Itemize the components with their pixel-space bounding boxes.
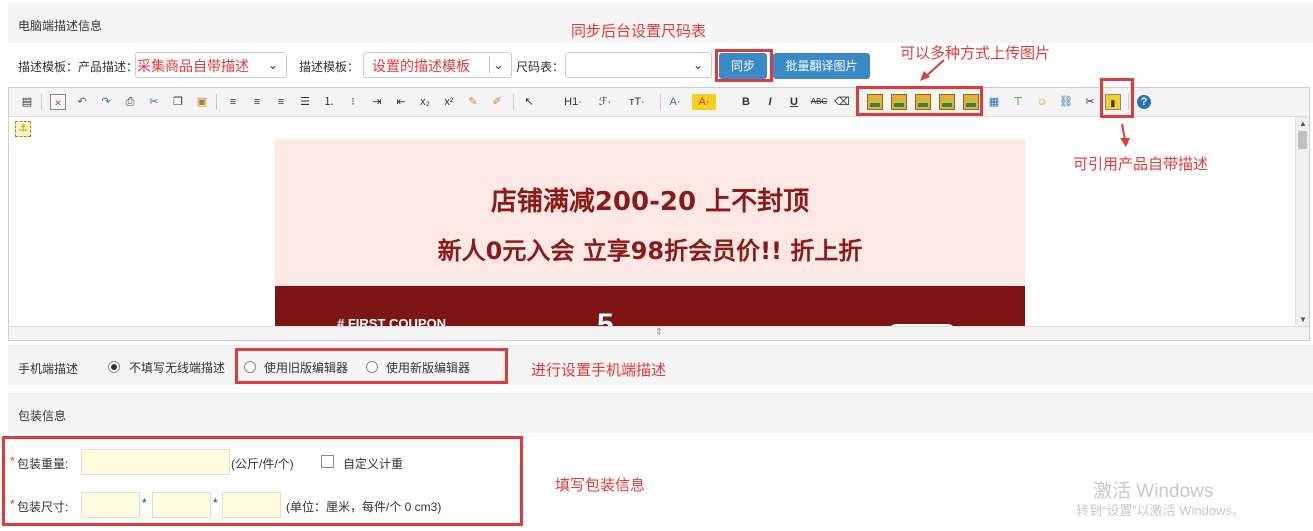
arrow-icon [1120,123,1130,147]
anchor-icon: ⚓ [15,121,31,137]
align-justify-icon[interactable]: ☰ [297,94,313,110]
horizontal-rule-icon[interactable]: ⊤ [1010,94,1026,110]
annotation-cite-desc: 可引用产品自带描述 [1073,156,1209,173]
toolbar-separator [513,94,514,110]
annotation-box-sync [715,49,773,82]
toolbar-separator [41,94,42,110]
annotation-box-upload [856,86,983,116]
template-value: 设置的描述模板 [372,58,470,74]
font-family-dropdown[interactable]: ℱ· [594,94,616,110]
chevron-down-icon: ⌄ [489,56,507,74]
redo-icon[interactable]: ↷ [98,94,114,110]
pc-desc-title: 电脑端描述信息 [18,19,103,33]
undo-icon[interactable]: ↶ [74,94,90,110]
annotation-box-package [2,436,523,526]
align-center-icon[interactable]: ≡ [249,94,265,110]
editor-content[interactable]: ⚓ 店铺满减200-20 上不封顶 新人0元入会 立享98折会员价!! 折上折 … [9,117,1295,326]
activate-windows-watermark: 激活 Windows [1093,481,1214,502]
product-desc-select[interactable]: 采集商品自带描述 ⌄ [135,52,287,78]
font-color-dropdown[interactable]: A· [664,94,686,110]
batch-translate-button[interactable]: 批量翻译图片 [773,53,870,79]
copy-icon[interactable]: ❐ [170,94,186,110]
banner-five-text: 5 [597,308,614,326]
toolbar-separator [660,94,661,110]
indent-icon[interactable]: ⇥ [369,94,385,110]
subscript-icon[interactable]: x₂ [417,94,433,110]
template-select[interactable]: 设置的描述模板 ⌄ [363,52,512,78]
source-icon[interactable]: ▤ [19,94,35,110]
ordered-list-icon[interactable]: ⒈ [321,94,337,110]
paste-icon[interactable]: ▣ [194,94,210,110]
format-painter-icon[interactable]: ✐ [489,94,505,110]
table-icon[interactable]: ▦ [986,94,1002,110]
emoticon-icon[interactable]: ☺ [1034,94,1050,110]
chevron-down-icon: ⌄ [267,58,279,72]
annotation-package-fill: 填写包装信息 [555,477,646,494]
bold-button[interactable]: B [738,94,754,110]
editor-scrollbar[interactable]: ▲ ▼ [1295,117,1309,326]
eraser-icon[interactable]: ⌫ [834,94,850,110]
mobile-desc-label: 手机端描述 [18,362,79,376]
annotation-mobile-setup: 进行设置手机端描述 [531,362,667,379]
heading-dropdown[interactable]: H1· [561,94,585,110]
unlink-icon[interactable]: ✂ [1082,94,1098,110]
arrow-icon [920,59,945,81]
banner-coupon-text: # FIRST COUPON [337,316,447,326]
product-desc-value: 采集商品自带描述 [137,58,249,74]
fullscreen-icon[interactable]: ✕ [50,94,66,110]
annotation-box-cite [1100,78,1134,118]
banner-line1: 店铺满减200-20 上不封顶 [490,187,810,217]
size-chart-label: 尺码表： [516,60,565,74]
underline-button[interactable]: U [786,94,802,110]
print-icon[interactable]: ⎙ [122,94,138,110]
rich-text-editor[interactable]: ▤ ✕ ↶ ↷ ⎙ ✂ ❐ ▣ ≡ ≡ ≡ ☰ ⒈ ⁝ ⇥ ⇤ x₂ x² ✎ … [8,87,1310,341]
scrollbar-thumb[interactable] [1298,131,1307,149]
link-icon[interactable]: ⛓ [1058,94,1074,110]
editor-resize-handle[interactable]: ⇕ [9,326,1309,340]
select-all-icon[interactable]: ↖ [521,94,537,110]
radio-no-mobile-desc[interactable] [108,361,120,373]
align-right-icon[interactable]: ≡ [273,94,289,110]
template-label-2: 描述模板： [299,60,360,74]
chevron-down-icon: ⌄ [692,58,704,72]
annotation-box-mobile [235,348,508,384]
bg-color-dropdown[interactable]: A· [692,94,716,110]
annotation-sync-size-chart: 同步后台设置尺码表 [571,23,707,40]
cut-icon[interactable]: ✂ [146,94,162,110]
template-label: 描述模板： [18,60,79,74]
promo-banner-image: 店铺满减200-20 上不封顶 新人0元入会 立享98折会员价!! 折上折 # … [275,139,1025,326]
outdent-icon[interactable]: ⇤ [393,94,409,110]
product-desc-label: 产品描述： [78,60,139,74]
help-icon[interactable]: ? [1137,95,1151,109]
banner-coupon-strip: # FIRST COUPON 5 [275,286,1025,326]
option-no-mobile-desc: 不填写无线端描述 [129,361,226,375]
toolbar-separator [216,94,217,110]
banner-line2: 新人0元入会 立享98折会员价!! 折上折 [437,237,863,265]
clear-format-icon[interactable]: ✎ [465,94,481,110]
size-chart-select[interactable]: ⌄ [565,52,712,78]
package-header: 包装信息 [8,393,1313,433]
font-size-dropdown[interactable]: тT· [624,94,650,110]
activate-windows-hint: 转到“设置”以激活 Windows。 [1076,503,1246,518]
strikethrough-button[interactable]: ABC [809,94,829,110]
package-title: 包装信息 [18,409,67,423]
italic-button[interactable]: I [762,94,778,110]
unordered-list-icon[interactable]: ⁝ [345,94,361,110]
superscript-icon[interactable]: x² [441,94,457,110]
align-left-icon[interactable]: ≡ [225,94,241,110]
